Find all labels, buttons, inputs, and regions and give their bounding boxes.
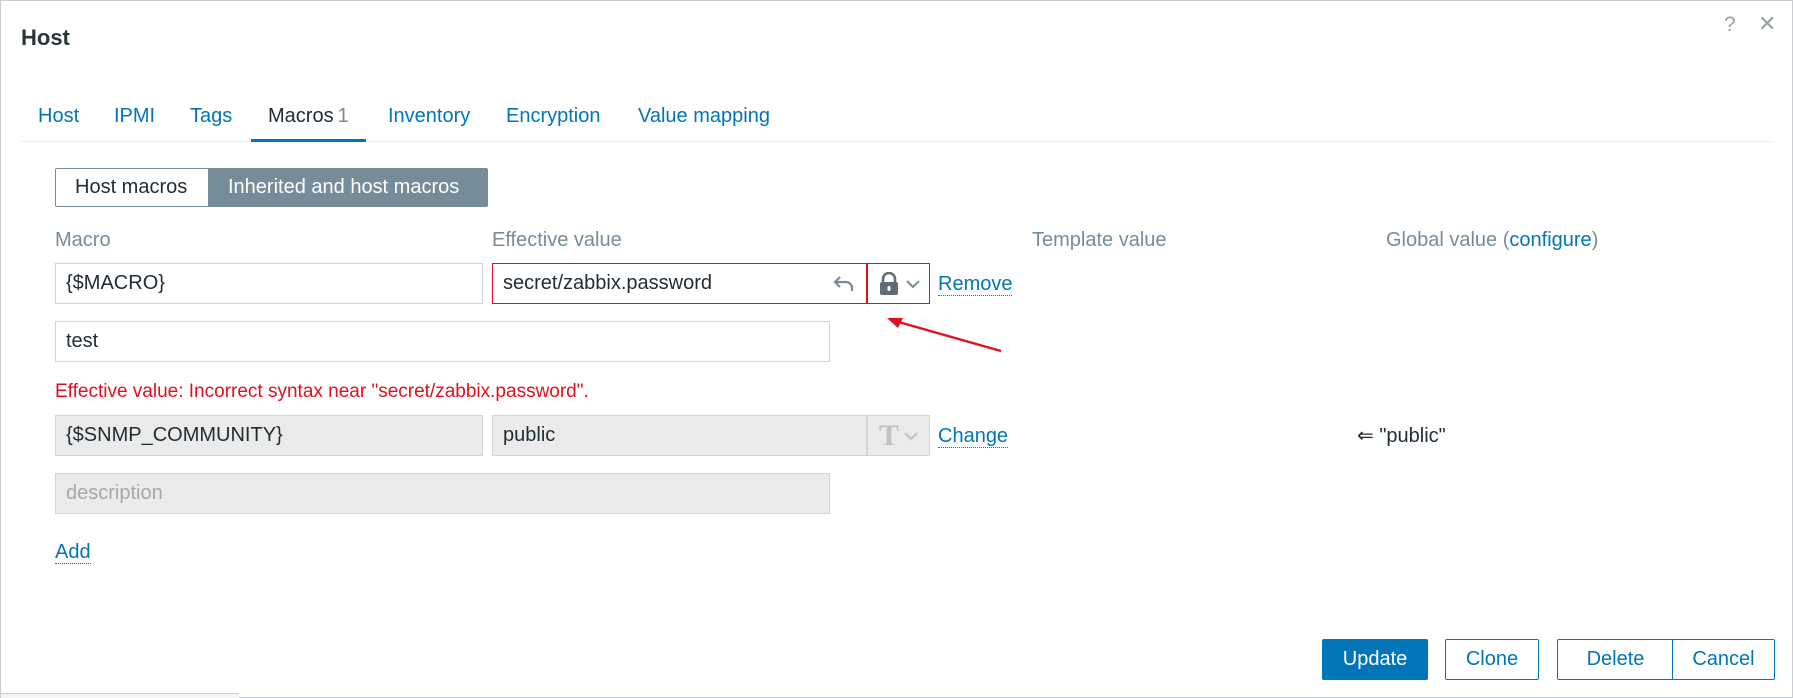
tab-encryption[interactable]: Encryption [489,96,618,142]
tab-macros-label: Macros [268,105,334,127]
text-type-icon: T [878,418,899,452]
add-macro-link[interactable]: Add [55,541,91,564]
snmp-description-input: description [55,473,830,514]
snmp-macro-type-select: T [867,415,930,456]
macro-value-input[interactable]: secret/zabbix.password [492,263,867,304]
delete-button[interactable]: Delete [1557,639,1674,680]
snmp-macro-value-input: public [492,415,867,456]
tab-ipmi[interactable]: IPMI [97,96,172,142]
tab-macros-count: 1 [337,105,349,127]
configure-link[interactable]: configure [1509,229,1591,251]
lock-icon [878,271,900,296]
tab-inventory[interactable]: Inventory [371,96,487,142]
chevron-down-icon [904,431,918,441]
error-message: Effective value: Incorrect syntax near "… [55,381,589,402]
column-template-value: Template value [1032,229,1167,251]
bottom-edge [1,693,239,698]
change-link[interactable]: Change [938,425,1009,448]
clone-button[interactable]: Clone [1445,639,1539,680]
remove-link[interactable]: Remove [938,273,1013,296]
chevron-down-icon [905,279,920,289]
column-global-value: Global value (configure) [1386,229,1598,252]
revert-icon[interactable] [829,272,859,296]
global-value-suffix: ) [1591,229,1599,251]
tab-value-mapping[interactable]: Value mapping [621,96,787,142]
macro-type-select[interactable] [867,263,930,304]
cancel-button[interactable]: Cancel [1672,639,1775,680]
tab-tags[interactable]: Tags [173,96,249,142]
annotation-arrow-icon [887,318,1002,353]
column-effective-value: Effective value [492,229,622,251]
macro-description-input[interactable]: test [55,321,830,362]
global-inherited-value: ⇐ "public" [1357,425,1446,447]
inherited-macros-toggle[interactable]: Inherited and host macros [208,168,488,207]
column-macro: Macro [55,229,111,251]
global-value-prefix: Global value ( [1386,229,1510,251]
macro-name-input[interactable]: {$MACRO} [55,263,483,304]
tab-host[interactable]: Host [21,96,96,142]
help-icon[interactable]: ? [1724,13,1736,37]
update-button[interactable]: Update [1322,639,1428,680]
host-macros-toggle[interactable]: Host macros [55,168,209,207]
host-dialog: Host ? ✕ Host IPMI Tags Macros 1 Inventor… [0,0,1793,698]
tab-bar: Host IPMI Tags Macros 1 Inventory Encrypt… [21,96,1774,142]
close-icon[interactable]: ✕ [1758,11,1776,37]
snmp-macro-name-input: {$SNMP_COMMUNITY} [55,415,483,456]
tab-macros[interactable]: Macros 1 [251,96,366,142]
dialog-title: Host [21,25,70,50]
